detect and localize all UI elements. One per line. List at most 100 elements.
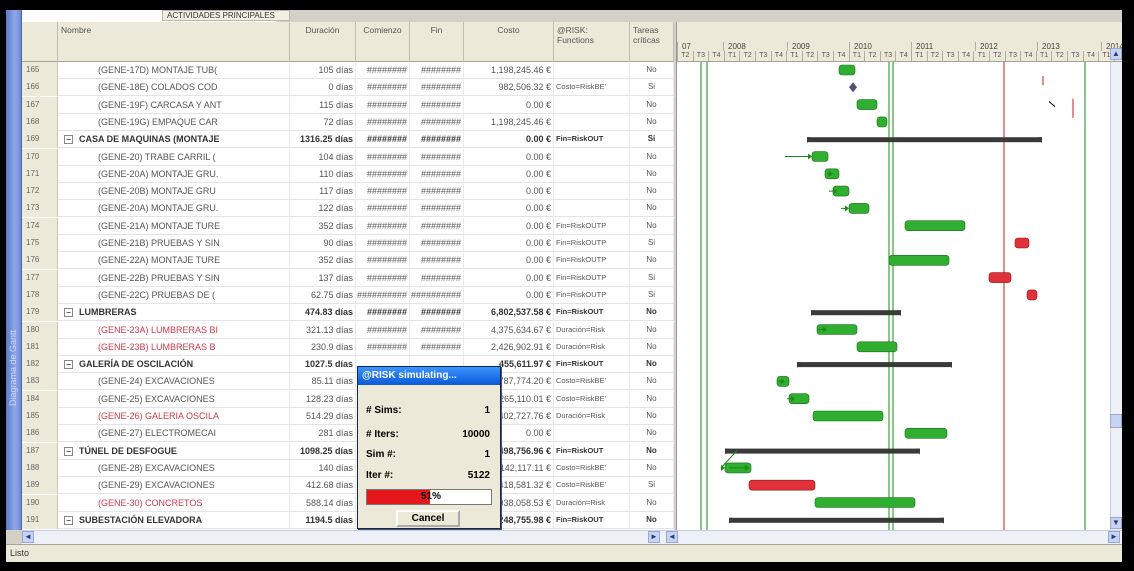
- row-id[interactable]: 189: [22, 477, 58, 495]
- task-name-cell[interactable]: − CASA DE MAQUINAS (MONTAJE: [58, 131, 290, 149]
- task-duration-cell[interactable]: 0 días: [290, 79, 356, 97]
- gantt-bars[interactable]: [677, 62, 1122, 530]
- task-critical-cell[interactable]: No: [630, 425, 674, 443]
- task-duration-cell[interactable]: 85.11 días: [290, 373, 356, 391]
- task-finish-cell[interactable]: ########: [410, 131, 464, 149]
- task-name-cell[interactable]: − SUBESTACIÓN ELEVADORA: [58, 511, 290, 529]
- task-cost-cell[interactable]: 0.00 €: [464, 217, 554, 235]
- task-name-cell[interactable]: (GENE-28) EXCAVACIONES: [58, 459, 290, 477]
- task-cost-cell[interactable]: 4,375,634.67 €: [464, 321, 554, 339]
- task-start-cell[interactable]: ########: [356, 304, 410, 322]
- row-id[interactable]: 184: [22, 390, 58, 408]
- task-name-cell[interactable]: (GENE-19F) CARCASA Y ANT: [58, 96, 290, 114]
- task-risk-cell[interactable]: Fin=RiskOUT: [554, 356, 630, 374]
- collapse-icon[interactable]: −: [64, 446, 73, 456]
- row-id[interactable]: 179: [22, 304, 58, 322]
- column-header-critical[interactable]: Tareas críticas: [630, 22, 674, 62]
- task-duration-cell[interactable]: 128.23 días: [290, 390, 356, 408]
- task-risk-cell[interactable]: Fin=RiskOUTP: [554, 286, 630, 304]
- task-name-cell[interactable]: − GALERÍA DE OSCILACIÓN: [58, 356, 290, 374]
- row-id[interactable]: 169: [22, 131, 58, 149]
- row-id[interactable]: 188: [22, 459, 58, 477]
- column-header-duration[interactable]: Duración: [290, 22, 356, 62]
- task-risk-cell[interactable]: Costo=RiskBE': [554, 79, 630, 97]
- task-duration-cell[interactable]: 1316.25 días: [290, 131, 356, 149]
- task-critical-cell[interactable]: No: [630, 183, 674, 201]
- task-duration-cell[interactable]: 1194.5 días: [290, 511, 356, 529]
- task-finish-cell[interactable]: ########: [410, 62, 464, 79]
- task-critical-cell[interactable]: No: [630, 165, 674, 183]
- task-row[interactable]: 190 (GENE-30) CONCRETOS 588.14 días 938,058…: [22, 494, 674, 512]
- task-critical-cell[interactable]: No: [630, 148, 674, 166]
- row-id[interactable]: 182: [22, 356, 58, 374]
- task-duration-cell[interactable]: 230.9 días: [290, 338, 356, 356]
- task-row[interactable]: 172 (GENE-20B) MONTAJE GRU 117 días #######…: [22, 183, 674, 201]
- task-duration-cell[interactable]: 122 días: [290, 200, 356, 218]
- task-duration-cell[interactable]: 117 días: [290, 183, 356, 201]
- task-name-cell[interactable]: (GENE-19G) EMPAQUE CAR: [58, 113, 290, 131]
- task-name-cell[interactable]: (GENE-20B) MONTAJE GRU: [58, 183, 290, 201]
- task-critical-cell[interactable]: No: [630, 459, 674, 477]
- task-risk-cell[interactable]: Fin=RiskOUTP: [554, 217, 630, 235]
- summary-task-row[interactable]: 187− TÚNEL DE DESFOGUE 1098.25 días 498,756…: [22, 442, 674, 460]
- row-id[interactable]: 167: [22, 96, 58, 114]
- summary-task-row[interactable]: 169− CASA DE MAQUINAS (MONTAJE 1316.25 día…: [22, 131, 674, 149]
- view-bar[interactable]: Diagrama de Gantt: [6, 10, 22, 530]
- task-name-cell[interactable]: (GENE-24) EXCAVACIONES: [58, 373, 290, 391]
- task-name-cell[interactable]: (GENE-22B) PRUEBAS Y SIN: [58, 269, 290, 287]
- task-risk-cell[interactable]: Fin=RiskOUT: [554, 131, 630, 149]
- task-risk-cell[interactable]: [554, 96, 630, 114]
- task-cost-cell[interactable]: 0.00 €: [464, 252, 554, 270]
- column-header-start[interactable]: Comienzo: [356, 22, 410, 62]
- collapse-icon[interactable]: −: [64, 135, 73, 145]
- task-row[interactable]: 175 (GENE-21B) PRUEBAS Y SIN 90 días ######…: [22, 235, 674, 252]
- task-risk-cell[interactable]: [554, 425, 630, 443]
- task-name-cell[interactable]: (GENE-21A) MONTAJE TURE: [58, 217, 290, 235]
- task-start-cell[interactable]: ########: [356, 235, 410, 252]
- task-start-cell[interactable]: ########: [356, 321, 410, 339]
- task-name-cell[interactable]: (GENE-20A) MONTAJE GRU.: [58, 200, 290, 218]
- gantt-vertical-scrollbar[interactable]: ▲ ▼: [1110, 48, 1122, 530]
- task-name-cell[interactable]: (GENE-20) TRABE CARRIL (: [58, 148, 290, 166]
- task-row[interactable]: 177 (GENE-22B) PRUEBAS Y SIN 137 días #####…: [22, 269, 674, 287]
- task-finish-cell[interactable]: ########: [410, 252, 464, 270]
- table-scroll-left-button[interactable]: ◄: [22, 531, 34, 543]
- task-name-cell[interactable]: (GENE-26) GALERIA OSCILA: [58, 408, 290, 425]
- task-duration-cell[interactable]: 1098.25 días: [290, 442, 356, 460]
- task-cost-cell[interactable]: 0.00 €: [464, 131, 554, 149]
- task-cost-cell[interactable]: 0.00 €: [464, 200, 554, 218]
- task-start-cell[interactable]: ##########: [356, 286, 410, 304]
- row-id[interactable]: 185: [22, 408, 58, 425]
- task-row[interactable]: 178 (GENE-22C) PRUEBAS DE (62.75 días ####…: [22, 286, 674, 304]
- scroll-down-button[interactable]: ▼: [1110, 517, 1122, 529]
- task-critical-cell[interactable]: No: [630, 200, 674, 218]
- task-name-cell[interactable]: (GENE-22C) PRUEBAS DE (: [58, 286, 290, 304]
- task-cost-cell[interactable]: 0.00 €: [464, 286, 554, 304]
- row-id[interactable]: 171: [22, 165, 58, 183]
- task-duration-cell[interactable]: 104 días: [290, 148, 356, 166]
- task-duration-cell[interactable]: 140 días: [290, 459, 356, 477]
- task-risk-cell[interactable]: Duración=Risk: [554, 408, 630, 425]
- column-header-risk-functions[interactable]: @RISK: Functions: [554, 22, 630, 62]
- task-start-cell[interactable]: ########: [356, 269, 410, 287]
- task-cost-cell[interactable]: 0.00 €: [464, 148, 554, 166]
- task-row[interactable]: 180 (GENE-23A) LUMBRERAS BI 321.13 días ###…: [22, 321, 674, 339]
- task-finish-cell[interactable]: ########: [410, 321, 464, 339]
- task-row[interactable]: 184 (GENE-25) EXCAVACIONES 128.23 días 265,…: [22, 390, 674, 408]
- task-finish-cell[interactable]: ########: [410, 269, 464, 287]
- task-name-cell[interactable]: (GENE-21B) PRUEBAS Y SIN: [58, 235, 290, 252]
- task-finish-cell[interactable]: ########: [410, 183, 464, 201]
- task-critical-cell[interactable]: No: [630, 356, 674, 374]
- collapse-icon[interactable]: −: [64, 360, 73, 370]
- task-critical-cell[interactable]: No: [630, 442, 674, 460]
- task-critical-cell[interactable]: Si: [630, 131, 674, 149]
- task-duration-cell[interactable]: 514.29 días: [290, 408, 356, 425]
- task-start-cell[interactable]: ########: [356, 200, 410, 218]
- task-risk-cell[interactable]: Duración=Risk: [554, 321, 630, 339]
- task-duration-cell[interactable]: 137 días: [290, 269, 356, 287]
- task-critical-cell[interactable]: Si: [630, 286, 674, 304]
- row-id-header[interactable]: [22, 22, 58, 62]
- task-duration-cell[interactable]: 115 días: [290, 96, 356, 114]
- task-cost-cell[interactable]: 0.00 €: [464, 165, 554, 183]
- task-risk-cell[interactable]: Duración=Risk: [554, 338, 630, 356]
